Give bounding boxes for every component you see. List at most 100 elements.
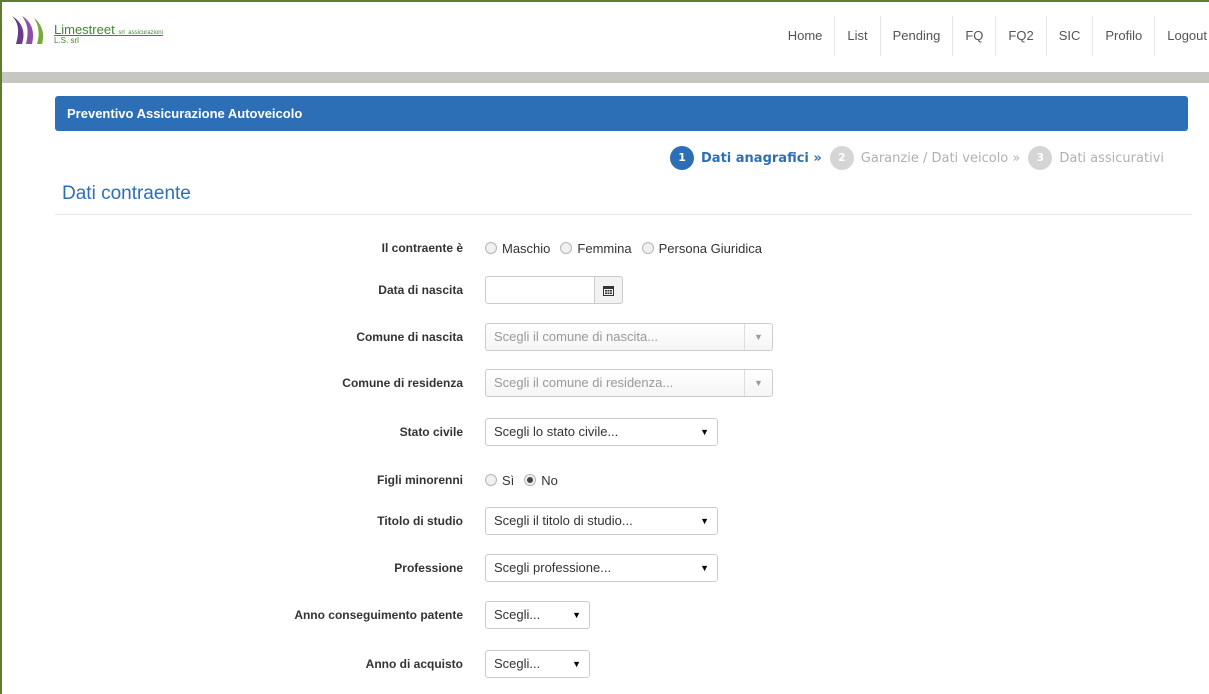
- anno-patente-value: Scegli...: [494, 607, 541, 622]
- anno-patente-label: Anno conseguimento patente: [294, 608, 463, 622]
- row-comune-residenza: Comune di residenza Scegli il comune di …: [2, 366, 1209, 400]
- caret-down-icon: ▼: [572, 610, 581, 620]
- step-3-number: 3: [1028, 146, 1053, 170]
- comune-residenza-select[interactable]: Scegli il comune di residenza... ▼: [485, 369, 773, 397]
- caret-down-icon: ▼: [700, 563, 709, 573]
- contraente-label: Il contraente è: [381, 241, 463, 255]
- radio-femmina-label: Femmina: [577, 240, 632, 256]
- titolo-studio-value: Scegli il titolo di studio...: [494, 513, 633, 528]
- brand-tagline: assicurazioni: [128, 30, 163, 36]
- row-stato-civile: Stato civile Scegli lo stato civile... ▼: [2, 415, 1209, 449]
- contraente-radio-group: Maschio Femmina Persona Giuridica: [485, 231, 772, 265]
- titolo-studio-control: Scegli il titolo di studio... ▼: [485, 504, 718, 538]
- anno-acquisto-control: Scegli... ▼: [485, 647, 590, 681]
- row-contraente: Il contraente è Maschio Femmina Persona …: [2, 231, 1209, 265]
- comune-nascita-placeholder: Scegli il comune di nascita...: [494, 329, 659, 344]
- step-3[interactable]: 3 Dati assicurativi: [1028, 146, 1164, 170]
- step-1-number: 1: [670, 146, 695, 170]
- step-1-label: Dati anagrafici »: [701, 150, 822, 166]
- comune-nascita-select[interactable]: Scegli il comune di nascita... ▼: [485, 323, 773, 351]
- anno-acquisto-value: Scegli...: [494, 656, 541, 671]
- header-divider-bar: [2, 72, 1209, 83]
- caret-down-icon: ▼: [572, 659, 581, 669]
- nav-profilo[interactable]: Profilo: [1092, 16, 1154, 56]
- radio-maschio[interactable]: Maschio: [485, 241, 550, 256]
- nav-logout[interactable]: Logout: [1154, 16, 1209, 56]
- panel-title: Preventivo Assicurazione Autoveicolo: [55, 96, 1188, 131]
- data-nascita-input[interactable]: [485, 276, 595, 304]
- radio-si-label: Sì: [502, 472, 515, 488]
- radio-no-label: No: [541, 472, 558, 488]
- row-professione: Professione Scegli professione... ▼: [2, 551, 1209, 585]
- stato-civile-control: Scegli lo stato civile... ▼: [485, 415, 718, 449]
- stato-civile-select[interactable]: Scegli lo stato civile... ▼: [485, 418, 718, 446]
- anno-patente-select[interactable]: Scegli... ▼: [485, 601, 590, 629]
- chevron-down-icon[interactable]: ▼: [744, 370, 772, 396]
- step-2-number: 2: [829, 146, 854, 170]
- radio-no-circle[interactable]: [524, 474, 537, 486]
- limestreet-logo-icon: [12, 16, 44, 44]
- section-divider: [55, 214, 1192, 215]
- radio-si[interactable]: Sì: [485, 473, 514, 488]
- wizard-steps: 1 Dati anagrafici » 2 Garanzie / Dati ve…: [662, 145, 1164, 171]
- nav-pending[interactable]: Pending: [879, 16, 953, 56]
- titolo-studio-select[interactable]: Scegli il titolo di studio... ▼: [485, 507, 718, 535]
- anno-patente-control: Scegli... ▼: [485, 598, 590, 632]
- nav-fq[interactable]: FQ: [952, 16, 995, 56]
- row-figli-minorenni: Figli minorenni Sì No: [2, 463, 1209, 497]
- nav-sic[interactable]: SIC: [1045, 16, 1093, 56]
- radio-maschio-circle[interactable]: [485, 242, 497, 254]
- anno-acquisto-label: Anno di acquisto: [365, 657, 463, 671]
- comune-residenza-label: Comune di residenza: [342, 376, 463, 390]
- nav-list[interactable]: List: [834, 16, 879, 56]
- main-nav: Home List Pending FQ FQ2 SIC Profilo Log…: [776, 16, 1209, 56]
- calendar-icon: [603, 285, 614, 296]
- row-data-nascita: Data di nascita: [2, 273, 1209, 307]
- step-1[interactable]: 1 Dati anagrafici »: [670, 146, 822, 170]
- chevron-down-icon[interactable]: ▼: [744, 324, 772, 350]
- row-titolo-studio: Titolo di studio Scegli il titolo di stu…: [2, 504, 1209, 538]
- data-nascita-group: [485, 273, 623, 307]
- caret-down-icon: ▼: [700, 516, 709, 526]
- section-title: Dati contraente: [62, 183, 191, 204]
- data-nascita-label: Data di nascita: [378, 283, 463, 297]
- brand-sub: L.S. srl: [54, 36, 79, 45]
- anno-acquisto-select[interactable]: Scegli... ▼: [485, 650, 590, 678]
- step-3-label: Dati assicurativi: [1059, 150, 1164, 166]
- professione-select[interactable]: Scegli professione... ▼: [485, 554, 718, 582]
- step-2[interactable]: 2 Garanzie / Dati veicolo »: [829, 146, 1021, 170]
- figli-minorenni-radio-group: Sì No: [485, 463, 568, 497]
- comune-nascita-label: Comune di nascita: [356, 330, 463, 344]
- stato-civile-value: Scegli lo stato civile...: [494, 424, 619, 439]
- navbar: Limestreet srl assicurazioni L.S. srl Ho…: [2, 2, 1209, 72]
- row-anno-acquisto: Anno di acquisto Scegli... ▼: [2, 647, 1209, 681]
- calendar-button[interactable]: [595, 276, 623, 304]
- brand-name: Limestreet srl assicurazioni: [54, 22, 163, 37]
- radio-persona-giuridica[interactable]: Persona Giuridica: [641, 240, 762, 256]
- nav-fq2[interactable]: FQ2: [995, 16, 1045, 56]
- radio-persona-giuridica-circle[interactable]: [641, 242, 654, 254]
- comune-residenza-control: Scegli il comune di residenza... ▼: [485, 366, 773, 400]
- radio-si-circle[interactable]: [485, 474, 497, 486]
- caret-down-icon: ▼: [700, 427, 709, 437]
- step-2-label: Garanzie / Dati veicolo »: [860, 150, 1021, 166]
- nav-home[interactable]: Home: [776, 16, 835, 56]
- radio-femmina[interactable]: Femmina: [560, 240, 632, 256]
- figli-minorenni-label: Figli minorenni: [377, 473, 463, 487]
- titolo-studio-label: Titolo di studio: [377, 514, 463, 528]
- radio-persona-giuridica-label: Persona Giuridica: [658, 240, 762, 256]
- app-frame: Limestreet srl assicurazioni L.S. srl Ho…: [0, 0, 1209, 694]
- radio-no[interactable]: No: [524, 473, 558, 488]
- comune-nascita-control: Scegli il comune di nascita... ▼: [485, 320, 773, 354]
- radio-femmina-circle[interactable]: [560, 242, 573, 254]
- brand-suffix: srl: [118, 30, 125, 36]
- stato-civile-label: Stato civile: [399, 425, 463, 439]
- radio-maschio-label: Maschio: [502, 240, 551, 256]
- professione-label: Professione: [394, 561, 463, 575]
- row-anno-patente: Anno conseguimento patente Scegli... ▼: [2, 598, 1209, 632]
- professione-control: Scegli professione... ▼: [485, 551, 718, 585]
- comune-residenza-placeholder: Scegli il comune di residenza...: [494, 375, 674, 390]
- row-comune-nascita: Comune di nascita Scegli il comune di na…: [2, 320, 1209, 354]
- brand-name-text: Limestreet: [54, 22, 115, 37]
- professione-value: Scegli professione...: [494, 560, 612, 575]
